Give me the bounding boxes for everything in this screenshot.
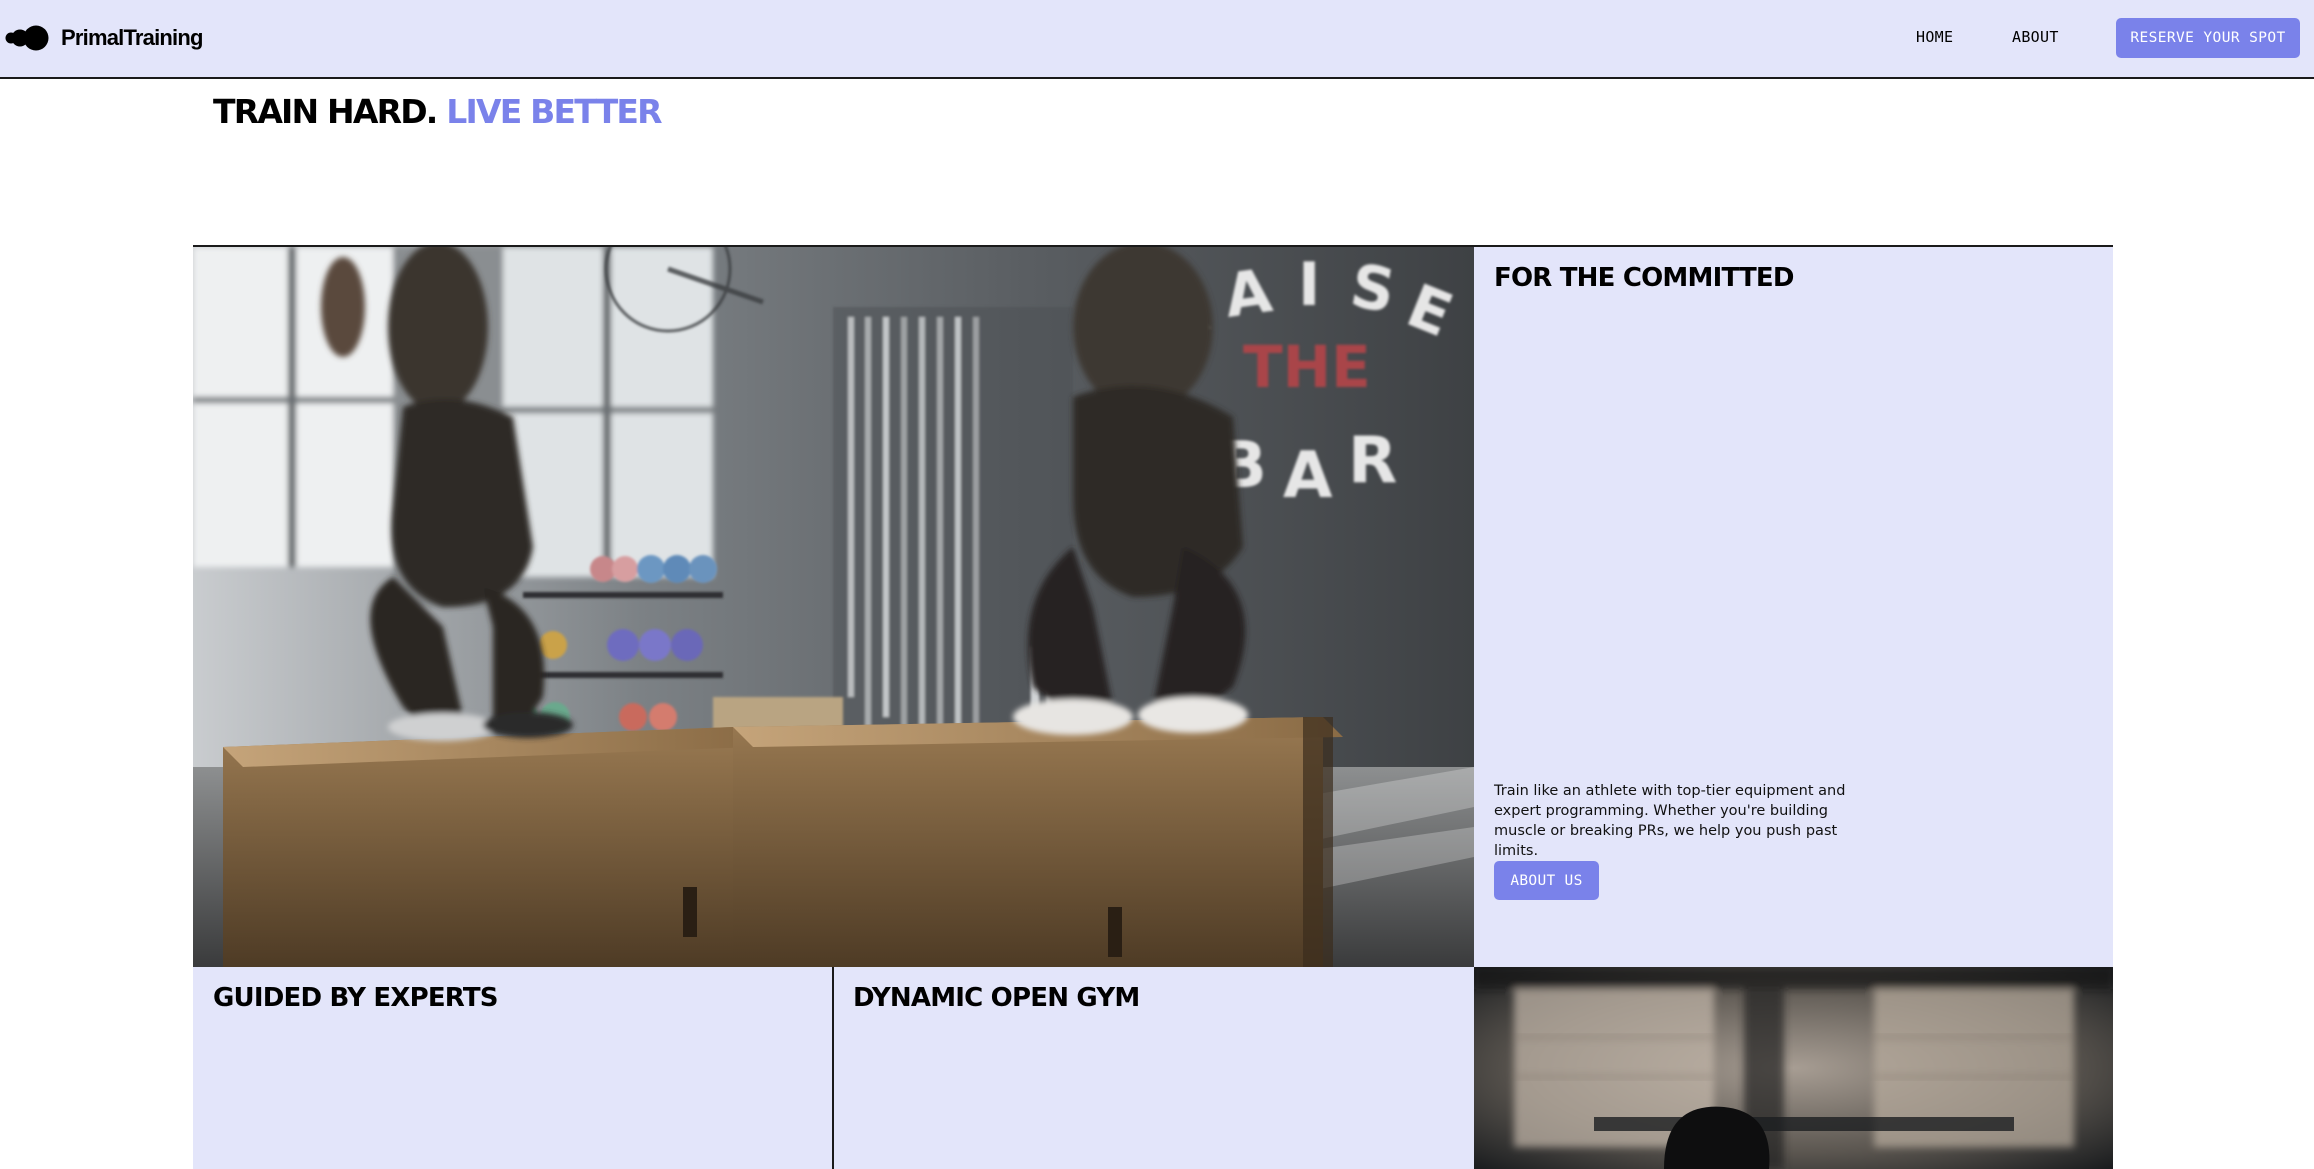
experts-title: GUIDED BY EXPERTS [213, 983, 499, 1013]
about-us-button[interactable]: ABOUT US [1494, 861, 1599, 900]
svg-text:THE: THE [1243, 333, 1371, 401]
brand-logo[interactable]: PrimalTraining [5, 22, 203, 54]
svg-text:I: I [1298, 250, 1320, 320]
hero-title: TRAIN HARD. LIVE BETTER [213, 92, 663, 132]
open-gym-section: DYNAMIC OPEN GYM [834, 967, 1474, 1169]
committed-description: Train like an athlete with top-tier equi… [1494, 783, 1846, 859]
hero-title-main: TRAIN HARD. [213, 92, 438, 131]
primal-logo-icon [5, 24, 49, 52]
hero-title-accent: LIVE BETTER [446, 92, 662, 131]
athlete-portrait-photo [1474, 967, 2113, 1169]
nav-home-link[interactable]: HOME [1916, 28, 1953, 46]
committed-section: FOR THE COMMITTED Train like an athlete … [1474, 247, 2113, 967]
experts-section: GUIDED BY EXPERTS [193, 967, 834, 1169]
box-jump-photo: R A I S E THE B A R [193, 247, 1474, 967]
brand-name: PrimalTraining [61, 25, 203, 50]
svg-text:A: A [1283, 439, 1333, 513]
open-gym-title: DYNAMIC OPEN GYM [853, 983, 1140, 1013]
nav-about-link[interactable]: ABOUT [2012, 28, 2059, 46]
reserve-spot-button[interactable]: RESERVE YOUR SPOT [2116, 18, 2300, 58]
top-navbar: PrimalTraining HOME ABOUT RESERVE YOUR S… [0, 0, 2314, 79]
svg-text:R: R [1348, 424, 1397, 498]
committed-title: FOR THE COMMITTED [1494, 263, 1794, 293]
